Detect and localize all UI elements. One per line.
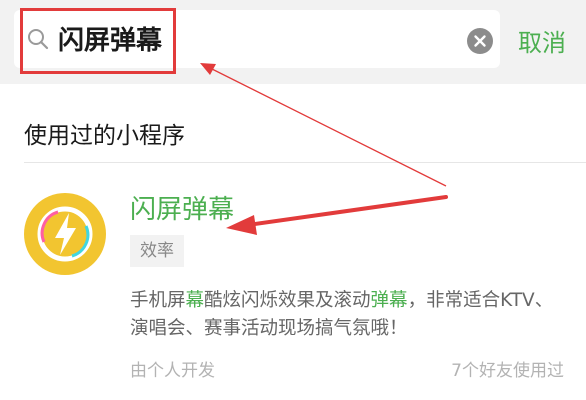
desc-highlight: 弹幕 — [370, 290, 408, 311]
section-title: 使用过的小程序 — [24, 123, 185, 149]
app-description: 手机屏幕酷炫闪烁效果及滚动弹幕，非常适合KTV、演唱会、赛事活动现场搞气氛哦！ — [130, 287, 570, 343]
developer-label: 由个人开发 — [130, 361, 215, 381]
clear-icon[interactable] — [467, 28, 493, 54]
lightning-bolt-icon — [24, 193, 106, 275]
friends-used-label: 7个好友使用过 — [451, 361, 564, 381]
category-tag: 效率 — [130, 235, 184, 267]
app-name[interactable]: 闪屏弹幕 — [130, 189, 234, 226]
cancel-button[interactable]: 取消 — [518, 22, 578, 58]
search-results-screen: 取消 使用过的小程序 闪屏弹幕 效率 手机屏幕酷炫闪烁效果及滚动弹幕，非常适合K… — [0, 0, 586, 400]
search-query-highlight-box — [20, 8, 176, 74]
mini-program-result-item[interactable]: 闪屏弹幕 效率 手机屏幕酷炫闪烁效果及滚动弹幕，非常适合KTV、演唱会、赛事活动… — [0, 163, 586, 400]
desc-highlight: 幕 — [185, 290, 205, 311]
desc-text: 手机屏 — [130, 290, 186, 311]
desc-text: 酷炫闪烁效果及滚动 — [204, 290, 371, 311]
